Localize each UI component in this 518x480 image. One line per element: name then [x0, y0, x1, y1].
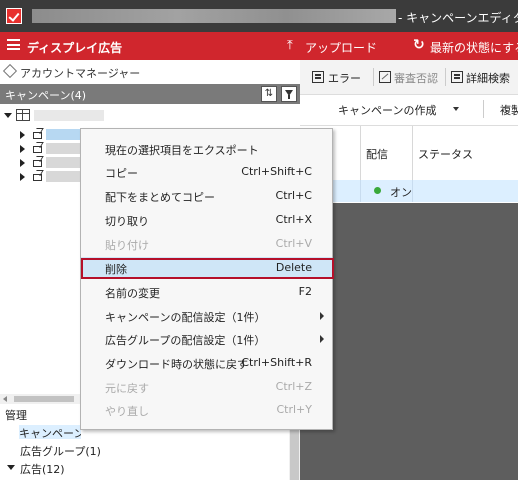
error-button[interactable]: エラー [328, 70, 361, 86]
review-reject-icon[interactable] [379, 71, 391, 83]
context-menu-shortcut: F2 [298, 285, 312, 298]
context-menu-item: やり直し Ctrl+Y [81, 399, 332, 421]
detail-search-button[interactable]: 詳細検索 [466, 70, 510, 86]
campaign-icon [32, 170, 44, 182]
tree-expand-toggle[interactable] [20, 131, 25, 139]
app-logo-icon [6, 8, 22, 24]
column-header-delivery[interactable]: 配信 [366, 146, 388, 162]
window-title: - キャンペーンエディター [398, 11, 518, 25]
context-menu-item[interactable]: キャンペーンの配信設定（1件） [81, 305, 332, 327]
blurred-account-name [32, 9, 396, 23]
context-menu-item[interactable]: コピー Ctrl+Shift+C [81, 161, 332, 183]
tree-expand-toggle[interactable] [20, 159, 25, 167]
context-menu-item-label: 現在の選択項目をエクスポート [105, 144, 259, 157]
context-menu-shortcut: Ctrl+Z [275, 380, 312, 393]
filter-icon[interactable] [281, 86, 297, 102]
context-menu-shortcut: Ctrl+Y [276, 403, 312, 416]
context-menu-item-label: 名前の変更 [105, 287, 160, 300]
hamburger-menu-icon[interactable] [7, 39, 20, 50]
create-campaign-button[interactable]: キャンペーンの作成 [338, 102, 436, 118]
tree-expand-toggle[interactable] [20, 145, 25, 153]
review-reject-button[interactable]: 審査否認 [394, 70, 438, 86]
error-list-icon[interactable] [312, 71, 324, 83]
context-menu-item-label: ダウンロード時の状態に戻す [105, 358, 248, 371]
app-name: ディスプレイ広告 [27, 41, 123, 55]
context-menu-shortcut: Ctrl+X [275, 213, 312, 226]
context-menu-item[interactable]: 広告グループの配信設定（1件） [81, 328, 332, 350]
campaign-section-label: キャンペーン(4) [5, 89, 87, 102]
management-title: 管理 [5, 409, 27, 422]
horizontal-scroll-thumb[interactable] [14, 396, 74, 402]
tree-expand-toggle[interactable] [4, 113, 12, 118]
context-menu-shortcut: Ctrl+C [275, 189, 312, 202]
submenu-arrow-icon [320, 335, 324, 343]
context-menu-item: 元に戻す Ctrl+Z [81, 376, 332, 398]
upload-button[interactable]: アップロード [305, 39, 377, 56]
blurred-account-label [34, 110, 104, 121]
context-menu-item-label: 切り取り [105, 215, 149, 228]
upload-arrow-icon[interactable]: ⤒ [287, 38, 293, 53]
context-menu-item[interactable]: 切り取り Ctrl+X [81, 209, 332, 231]
status-on-dot-icon [374, 187, 381, 194]
context-menu-item-label: 元に戻す [105, 382, 149, 395]
toolbar-divider [483, 100, 484, 118]
campaign-icon [32, 128, 44, 140]
context-menu-item-label: コピー [105, 167, 138, 180]
column-divider[interactable] [412, 126, 413, 180]
context-menu-item: 貼り付け Ctrl+V [81, 233, 332, 255]
context-menu-item-label: キャンペーンの配信設定（1件） [105, 311, 266, 324]
context-menu-shortcut: Ctrl+Shift+C [241, 165, 312, 178]
context-menu-item[interactable]: 現在の選択項目をエクスポート [81, 138, 332, 160]
account-manager-link[interactable]: アカウントマネージャー [20, 65, 140, 81]
management-item-campaign[interactable]: キャンペーン(1) [19, 425, 81, 439]
refresh-icon[interactable]: ↻ [413, 37, 425, 53]
context-menu-item-label: やり直し [105, 405, 149, 418]
context-menu-shortcut: Ctrl+Shift+R [241, 356, 312, 369]
account-root-icon [16, 109, 30, 121]
sort-button[interactable]: ⇅ [261, 86, 277, 102]
delete-highlight-frame [81, 258, 334, 279]
column-header-status[interactable]: ステータス [418, 146, 473, 162]
submenu-arrow-icon [320, 312, 324, 320]
toolbar-divider [373, 68, 374, 86]
column-divider[interactable] [360, 126, 361, 180]
context-menu-item[interactable]: 名前の変更 F2 [81, 281, 332, 303]
management-item-ad[interactable]: 広告(12) [20, 461, 65, 477]
tree-expand-toggle[interactable] [7, 465, 15, 470]
campaign-icon [32, 156, 44, 168]
campaign-icon [32, 142, 44, 154]
context-menu-item-label: 広告グループの配信設定（1件） [105, 334, 266, 347]
chevron-down-icon[interactable] [453, 107, 459, 111]
detail-search-icon[interactable] [451, 71, 463, 83]
management-item-adgroup[interactable]: 広告グループ(1) [20, 443, 101, 459]
delivery-status-cell[interactable]: オン [390, 184, 412, 200]
scroll-left-icon[interactable] [3, 396, 7, 402]
cell-divider [412, 180, 413, 202]
toolbar-divider [445, 68, 446, 86]
duplicate-button[interactable]: 複製 [500, 102, 518, 118]
context-menu-item-label: 配下をまとめてコピー [105, 191, 215, 204]
refresh-button[interactable]: 最新の状態にする [430, 39, 518, 56]
context-menu-item[interactable]: 配下をまとめてコピー Ctrl+C [81, 185, 332, 207]
context-menu-item[interactable]: ダウンロード時の状態に戻す Ctrl+Shift+R [81, 352, 332, 374]
tree-expand-toggle[interactable] [20, 173, 25, 181]
context-menu-item-label: 貼り付け [105, 239, 149, 252]
cell-divider [360, 180, 361, 202]
context-menu-shortcut: Ctrl+V [275, 237, 312, 250]
